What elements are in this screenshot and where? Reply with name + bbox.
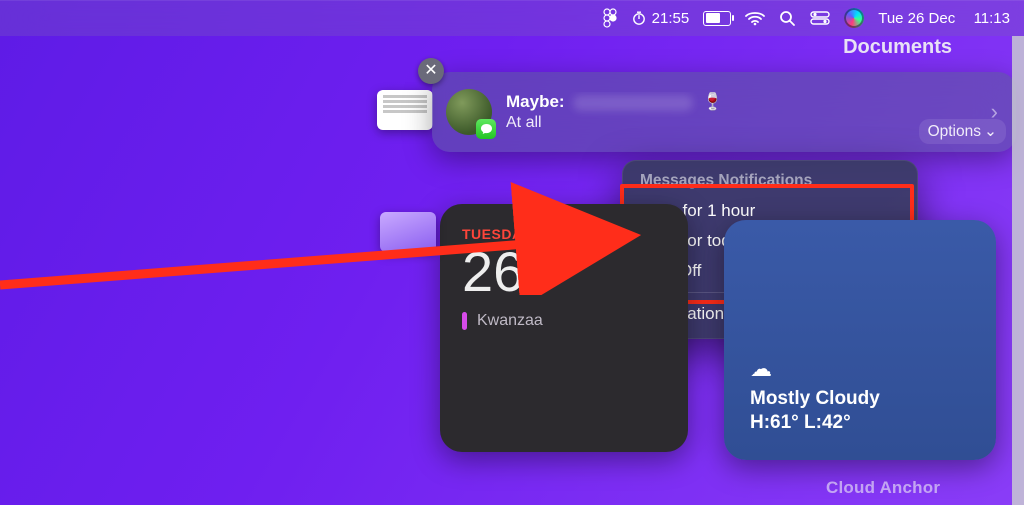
notification-banner[interactable]: ✕ Maybe: 🍷 At all › Options ⌄	[432, 72, 1016, 152]
siri-menu-item[interactable]	[844, 8, 864, 28]
redacted-name	[573, 95, 693, 111]
finder-window-title: Documents	[843, 36, 952, 59]
spotlight-menu-item[interactable]	[779, 10, 796, 27]
wifi-menu-item[interactable]	[745, 11, 765, 26]
calendar-day-number: 26	[462, 244, 666, 300]
wifi-icon	[745, 11, 765, 26]
messages-app-badge	[476, 119, 496, 139]
dropdown-header: Messages Notifications	[630, 168, 910, 196]
desktop-stack-documents[interactable]	[377, 90, 433, 130]
notification-title: Maybe: 🍷	[506, 92, 977, 112]
notification-options-button[interactable]: Options ⌄	[919, 119, 1006, 144]
control-center-menu-item[interactable]	[810, 11, 830, 25]
search-icon	[779, 10, 796, 27]
battery-icon	[703, 11, 731, 26]
close-notification-button[interactable]: ✕	[418, 58, 444, 84]
chevron-down-icon: ⌄	[984, 122, 997, 141]
menubar-date: Tue 26 Dec	[878, 10, 955, 27]
stopwatch-icon	[631, 10, 647, 26]
date-time-menu-item[interactable]: Tue 26 Dec 11:13	[878, 10, 1010, 27]
control-center-icon	[810, 11, 830, 25]
messages-icon	[480, 123, 493, 135]
sender-avatar	[446, 89, 492, 135]
desktop-stack-images[interactable]	[380, 212, 436, 252]
event-title: Kwanzaa	[477, 312, 543, 330]
window-edge	[1012, 36, 1024, 505]
figma-icon[interactable]	[603, 8, 617, 28]
document-thumbnail	[377, 90, 433, 130]
weather-temperatures: H:61° L:42°	[750, 412, 970, 434]
calendar-event: Kwanzaa	[462, 312, 666, 330]
menubar-clock: 11:13	[974, 10, 1010, 27]
cloud-icon: ☁︎	[750, 356, 970, 382]
weather-widget[interactable]: ☁︎ Mostly Cloudy H:61° L:42°	[724, 220, 996, 460]
calendar-widget[interactable]: TUESDAY 26 Kwanzaa	[440, 204, 688, 452]
menubar: 21:55 Tue 26 Dec 11:13	[0, 0, 1024, 36]
timer-menu-item[interactable]: 21:55	[631, 10, 690, 27]
battery-menu-item[interactable]	[703, 11, 731, 26]
timer-label: 21:55	[652, 10, 690, 27]
title-emoji: 🍷	[702, 92, 723, 111]
cloud-anchor-label: Cloud Anchor	[826, 478, 940, 498]
options-label: Options	[928, 123, 981, 141]
siri-icon	[844, 8, 864, 28]
weather-condition: Mostly Cloudy	[750, 388, 970, 410]
notification-body: At all	[506, 114, 977, 132]
event-color-dot	[462, 312, 467, 330]
